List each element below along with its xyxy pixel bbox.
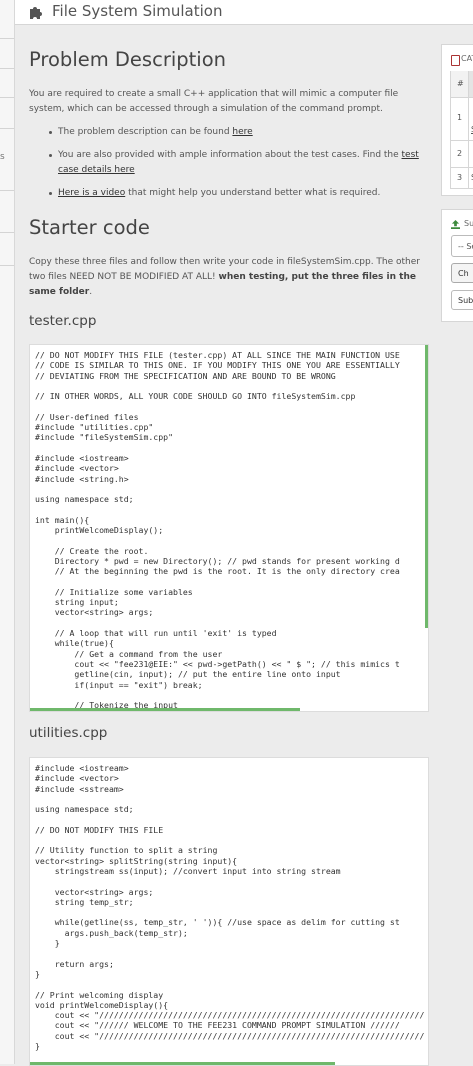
table-row[interactable]: 3S xyxy=(451,168,473,189)
document-icon xyxy=(451,55,460,66)
vertical-scrollbar[interactable] xyxy=(425,345,428,628)
video-link[interactable]: Here is a video xyxy=(58,188,125,198)
category-panel: CAT # 1S 2 3S xyxy=(441,44,473,196)
submission-panel: Su -- Se Ch Sub xyxy=(441,209,473,322)
submit-button[interactable]: Sub xyxy=(451,290,473,310)
page-title: File System Simulation xyxy=(52,2,223,20)
sidebar-glyph: s xyxy=(0,152,5,162)
horizontal-scrollbar[interactable] xyxy=(30,708,300,711)
panel-title: Su xyxy=(464,219,473,228)
choose-file-button[interactable]: Ch xyxy=(451,263,473,283)
code-block-utilities[interactable]: #include <iostream> #include <vector> #i… xyxy=(29,757,429,1066)
code-text: #include <iostream> #include <vector> #i… xyxy=(35,763,425,1052)
file-type-select[interactable]: -- Se xyxy=(451,235,473,257)
problem-bullets: The problem description can be found her… xyxy=(29,125,429,201)
sidebar-divider xyxy=(0,128,14,129)
sidebar-divider xyxy=(0,68,14,69)
table-row[interactable]: 2 xyxy=(451,141,473,168)
list-item: You are also provided with ample informa… xyxy=(29,148,429,178)
code-text: // DO NOT MODIFY THIS FILE (tester.cpp) … xyxy=(35,350,400,711)
puzzle-icon xyxy=(30,7,42,19)
problem-intro: You are required to create a small C++ a… xyxy=(29,89,399,114)
sidebar-divider xyxy=(0,265,14,266)
code-block-tester[interactable]: // DO NOT MODIFY THIS FILE (tester.cpp) … xyxy=(29,344,429,712)
table-row[interactable]: 1S xyxy=(451,98,473,141)
table-header: # xyxy=(451,71,473,98)
file-heading-utilities: utilities.cpp xyxy=(29,725,108,741)
file-heading-tester: tester.cpp xyxy=(29,313,97,329)
panel-title: CAT xyxy=(461,54,473,63)
starter-intro: Copy these three files and follow then w… xyxy=(29,257,421,297)
problem-description-link[interactable]: here xyxy=(232,127,252,137)
list-item: The problem description can be found her… xyxy=(29,125,429,140)
upload-icon xyxy=(451,220,460,229)
sidebar-divider xyxy=(0,190,14,191)
sidebar-divider xyxy=(0,97,14,98)
starter-heading: Starter code xyxy=(29,216,150,239)
main-content: Problem Description You are required to … xyxy=(15,25,438,1066)
problem-heading: Problem Description xyxy=(29,48,226,71)
left-sidebar-strip: s xyxy=(0,0,15,1064)
list-item: Here is a video that might help you unde… xyxy=(29,186,429,201)
sidebar-divider xyxy=(0,38,14,39)
category-table: # 1S 2 3S xyxy=(450,71,473,189)
panel-header: CAT xyxy=(442,45,473,72)
page-header: File System Simulation xyxy=(15,0,473,25)
sidebar-divider xyxy=(0,232,14,233)
